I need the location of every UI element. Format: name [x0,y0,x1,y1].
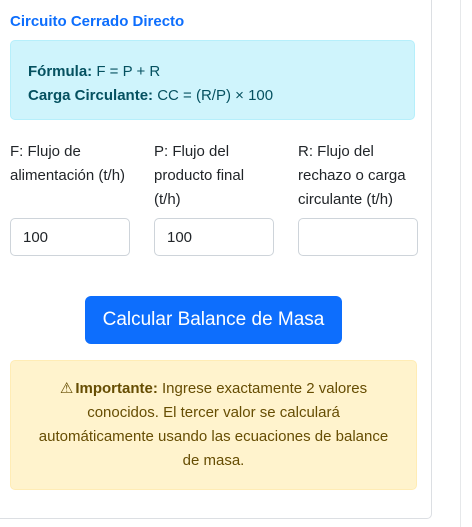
field-r: R: Flujo del rechazo o carga circulante … [298,140,418,256]
field-r-label: R: Flujo del rechazo o carga circulante … [298,143,406,208]
field-p: P: Flujo del producto final (t/h) [154,140,274,256]
warning-triangle-icon: ⚠ [59,380,74,397]
field-p-label: P: Flujo del producto final (t/h) [154,143,245,208]
warning-alert: ⚠ Importante: Ingrese exactamente 2 valor… [10,360,417,490]
field-f-input[interactable] [10,218,130,256]
field-p-input[interactable] [154,218,274,256]
formula-text: F = P + R [96,63,161,80]
page: Circuito Cerrado Directo Fórmula: F = P … [0,0,472,527]
section-title: Circuito Cerrado Directo [10,13,185,30]
formula-info-box: Fórmula: F = P + R Carga Circulante: CC … [10,40,415,120]
calculator-card: Circuito Cerrado Directo Fórmula: F = P … [0,0,432,519]
field-r-input[interactable] [298,218,418,256]
carga-line: Carga Circulante: CC = (R/P) × 100 [28,84,414,108]
carga-label: Carga Circulante: [28,87,154,104]
formula-line: Fórmula: F = P + R [28,60,414,84]
carga-text: CC = (R/P) × 100 [157,87,274,104]
calculate-button[interactable]: Calcular Balance de Masa [85,296,342,344]
scrollbar-track[interactable] [460,0,472,527]
field-f: F: Flujo de alimentación (t/h) [10,140,130,256]
warning-strong: Importante: [75,380,158,397]
field-f-label: F: Flujo de alimentación (t/h) [10,143,126,184]
formula-label: Fórmula: [28,63,93,80]
